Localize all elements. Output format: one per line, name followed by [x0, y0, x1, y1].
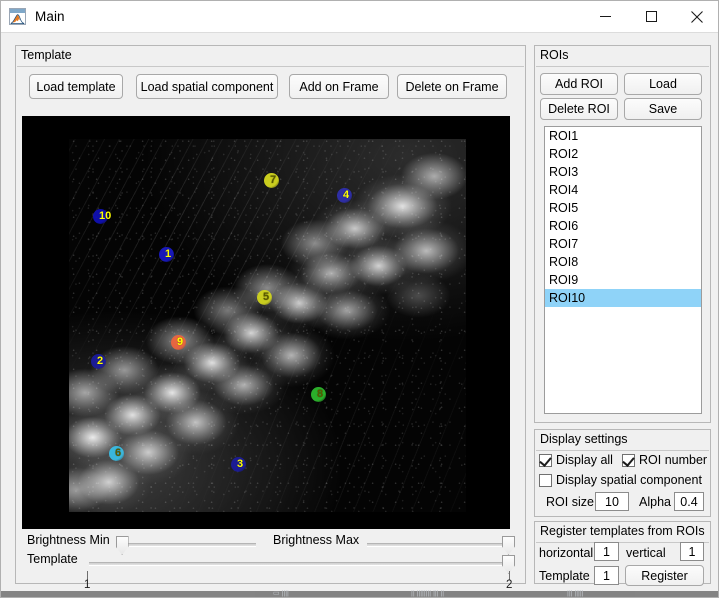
template-tick-2-label: 2 — [506, 579, 513, 591]
template-number-label: Template — [539, 569, 590, 583]
template-panel-title: Template — [21, 48, 72, 62]
roi-marker-label: 2 — [97, 355, 104, 367]
template-number-input[interactable]: 1 — [594, 566, 619, 585]
brightness-max-slider-track[interactable] — [367, 543, 510, 547]
horizontal-input[interactable]: 1 — [594, 542, 619, 561]
roi-listbox[interactable]: ROI1 ROI2 ROI3 ROI4 ROI5 ROI6 ROI7 ROI8 ROI9 ROI1… — [544, 126, 702, 414]
desktop-taskbar-sliver: ▭ |||| || |||||||| ||| || ||| ||||| — [1, 590, 718, 597]
load-template-button[interactable]: Load template — [29, 74, 123, 99]
horizontal-label: horizontal — [539, 546, 594, 560]
roi-list-item[interactable]: ROI7 — [545, 235, 701, 253]
matlab-membrane-icon — [9, 8, 26, 25]
register-panel-title: Register templates from ROIs — [540, 524, 705, 538]
roi-marker-label: 7 — [270, 174, 277, 186]
brightness-min-label: Brightness Min — [27, 533, 110, 547]
roi-list-item[interactable]: ROI5 — [545, 199, 701, 217]
roi-size-input[interactable]: 10 — [595, 492, 629, 511]
display-all-label: Display all — [556, 453, 613, 467]
vertical-input[interactable]: 1 — [680, 542, 704, 561]
template-tick-1-label: 1 — [84, 579, 91, 591]
add-roi-button[interactable]: Add ROI — [540, 73, 618, 95]
display-spatial-component-checkbox[interactable] — [539, 473, 552, 487]
load-spatial-component-button[interactable]: Load spatial component — [136, 74, 278, 99]
roi-list-item[interactable]: ROI1 — [545, 127, 701, 145]
title-bar-left: Main — [1, 8, 65, 25]
minimize-icon[interactable] — [582, 1, 628, 33]
close-icon[interactable] — [674, 1, 718, 33]
roi-marker-layer: 10 1 7 4 5 9 2 8 6 3 — [69, 139, 466, 512]
vertical-label: vertical — [626, 546, 666, 560]
template-slider-label: Template — [27, 552, 78, 566]
display-settings-title: Display settings — [540, 432, 628, 446]
roi-number-label: ROI number — [639, 453, 708, 467]
title-bar: Main — [1, 1, 718, 33]
template-slider-track[interactable] — [89, 562, 510, 566]
panel-divider — [536, 450, 709, 451]
window-title: Main — [35, 9, 65, 24]
template-image-axes[interactable]: 10 1 7 4 5 9 2 8 6 3 — [22, 116, 510, 529]
delete-on-frame-button[interactable]: Delete on Frame — [397, 74, 507, 99]
roi-marker-label: 1 — [165, 248, 172, 260]
roi-marker-label: 5 — [263, 291, 270, 303]
roi-marker-label: 4 — [343, 189, 350, 201]
roi-marker-label: 8 — [317, 388, 324, 400]
maximize-icon[interactable] — [628, 1, 674, 33]
load-roi-button[interactable]: Load — [624, 73, 702, 95]
roi-marker-label: 9 — [177, 336, 184, 348]
alpha-label: Alpha — [639, 495, 671, 509]
panel-divider — [17, 66, 524, 67]
microscopy-image[interactable]: 10 1 7 4 5 9 2 8 6 3 — [69, 139, 466, 512]
panel-divider — [536, 66, 709, 67]
roi-list-item[interactable]: ROI3 — [545, 163, 701, 181]
save-roi-button[interactable]: Save — [624, 98, 702, 120]
alpha-input[interactable]: 0.4 — [674, 492, 704, 511]
delete-roi-button[interactable]: Delete ROI — [540, 98, 618, 120]
roi-list-item[interactable]: ROI10 — [545, 289, 701, 307]
register-button[interactable]: Register — [625, 565, 704, 586]
rois-panel-title: ROIs — [540, 48, 569, 62]
roi-size-label: ROI size — [546, 495, 594, 509]
roi-marker-label: 6 — [115, 447, 122, 459]
roi-list-item[interactable]: ROI9 — [545, 271, 701, 289]
window-controls — [582, 1, 718, 33]
add-on-frame-button[interactable]: Add on Frame — [289, 74, 389, 99]
roi-list-item[interactable]: ROI2 — [545, 145, 701, 163]
main-window: Main Template Load template Load spatial… — [0, 0, 719, 598]
roi-marker-label: 3 — [237, 458, 244, 470]
roi-marker-label: 10 — [99, 210, 112, 222]
roi-list-item[interactable]: ROI4 — [545, 181, 701, 199]
brightness-max-label: Brightness Max — [273, 533, 360, 547]
roi-list-item[interactable]: ROI6 — [545, 217, 701, 235]
display-spatial-component-label: Display spatial component — [556, 473, 702, 487]
display-spatial-component-checkbox-row[interactable]: Display spatial component — [539, 473, 702, 487]
display-all-checkbox[interactable] — [539, 453, 552, 467]
display-all-checkbox-row[interactable]: Display all — [539, 453, 613, 467]
roi-list-item[interactable]: ROI8 — [545, 253, 701, 271]
roi-number-checkbox-row[interactable]: ROI number — [622, 453, 707, 467]
roi-number-checkbox[interactable] — [622, 453, 635, 467]
brightness-min-slider-track[interactable] — [119, 543, 256, 547]
